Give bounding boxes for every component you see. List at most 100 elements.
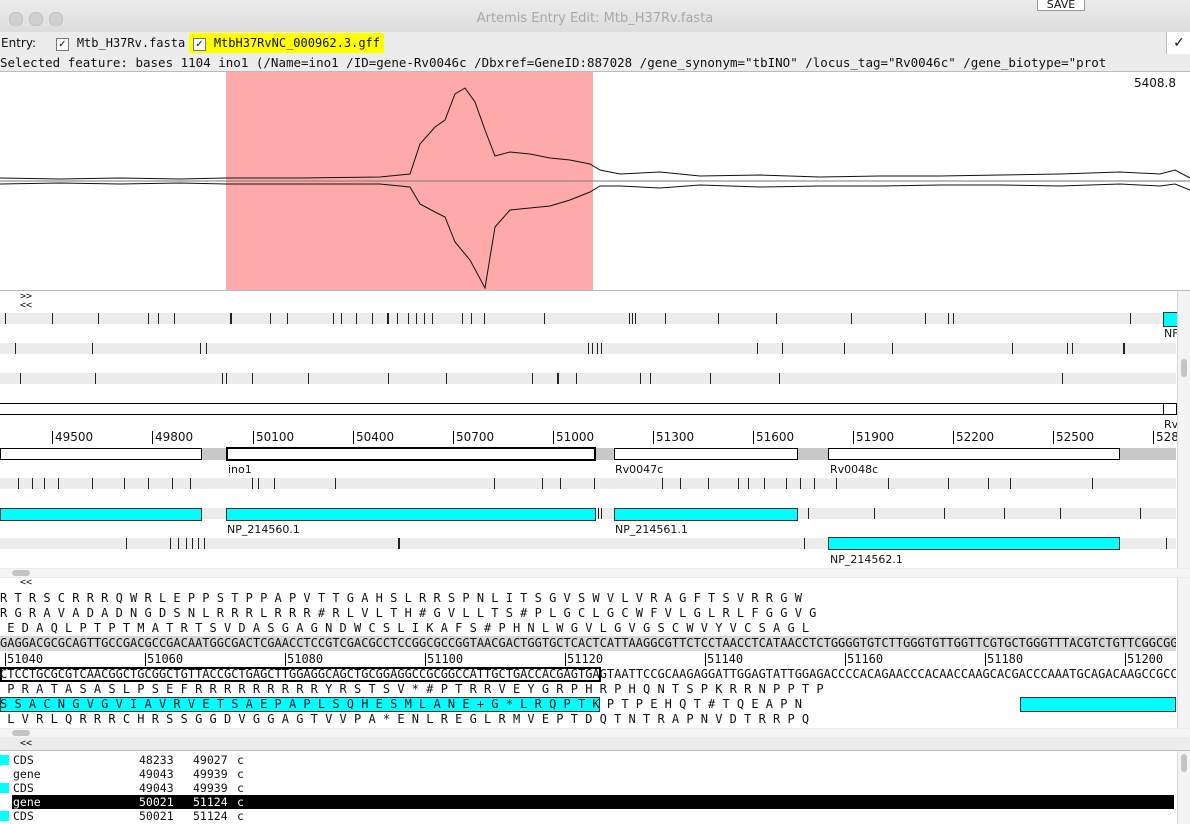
feature-start: 50021 (139, 795, 174, 809)
gene-feature-ino1-selected[interactable] (226, 447, 596, 461)
stop-codon-tick (5, 313, 6, 324)
sequence-vscrollbar[interactable] (1177, 578, 1190, 728)
stop-codon-tick (814, 478, 815, 489)
feature-strand: c (237, 753, 244, 767)
sequence-hscrollbar-thumb[interactable] (12, 730, 30, 736)
save-button[interactable]: SAVE (1037, 0, 1085, 11)
forward-strand-track (0, 403, 1176, 415)
ruler-label: 49800 (155, 430, 194, 444)
stop-codon-tick (308, 373, 309, 384)
graph-plot (0, 87, 1190, 290)
feature-list-row[interactable]: CDS 49043 49939 c (0, 781, 1176, 795)
entry-gff[interactable]: ✓ MtbH37RvNC_000962.3.gff (189, 33, 384, 53)
feature-start: 50021 (139, 809, 174, 823)
stop-codon-tick (532, 373, 533, 384)
stop-codon-tick (18, 478, 19, 489)
stop-codon-tick (124, 478, 125, 489)
feature-list-row[interactable]: gene 49043 49939 c (0, 767, 1176, 781)
cds-feature-top-right[interactable] (1163, 312, 1178, 327)
stop-codon-tick (1060, 508, 1061, 519)
sequence-ruler-label: 51080 (287, 652, 324, 666)
feature-strand: c (237, 795, 244, 809)
stop-codon-tick (52, 313, 53, 324)
entry-mtb-fasta[interactable]: ✓ Mtb_H37Rv.fasta (52, 33, 189, 53)
feature-key: gene (13, 795, 41, 809)
ruler-label: 51900 (856, 430, 895, 444)
stop-codon-tick (432, 313, 433, 324)
stop-codon-tick (594, 478, 595, 489)
stop-codon-tick (398, 538, 400, 549)
feature-overview-panel[interactable]: >> << NF Rv 49500 49800 50100 50400 50700 510… (0, 291, 1190, 568)
stop-codon-tick (274, 478, 275, 489)
stop-codon-tick (1130, 313, 1131, 324)
stop-codon-tick (58, 478, 59, 489)
ruler-label: 51000 (556, 430, 595, 444)
stop-codon-tick (494, 478, 495, 489)
sequence-view-panel[interactable]: << R T R S C R R R Q W R L E P P S T P P… (0, 578, 1190, 728)
stop-codon-tick (640, 373, 641, 384)
entry-gff-checkbox[interactable]: ✓ (193, 38, 206, 51)
stop-codon-tick (1072, 343, 1073, 354)
feature-list-scroll-left-button[interactable]: << (20, 739, 32, 749)
forward-gene-stub[interactable] (1163, 403, 1177, 415)
feature-end: 51124 (193, 809, 228, 823)
ruler-label: 49500 (55, 430, 94, 444)
stop-codon-tick (776, 313, 777, 324)
feature-list-scrollbar-thumb[interactable] (1181, 754, 1187, 772)
gene-feature-rv0048c[interactable] (828, 448, 1120, 460)
stop-codon-tick (1004, 508, 1005, 519)
gene-feature-rv0047c[interactable] (614, 448, 798, 460)
graph-panel[interactable]: 5408.8 (0, 71, 1190, 291)
stop-codon-tick (601, 508, 602, 519)
stop-codon-tick (206, 343, 207, 354)
feature-strand: c (237, 809, 244, 823)
window-titlebar: Artemis Entry Edit: Mtb_H37Rv.fasta SAVE (0, 0, 1190, 33)
feature-list-row[interactable]: CDS 48233 49027 c (0, 753, 1176, 767)
cds-feature-np-214562[interactable] (828, 537, 1120, 550)
stop-codon-tick (372, 313, 373, 324)
stop-codon-tick (388, 373, 389, 384)
forward-frame-2-stops (0, 343, 1176, 354)
window-title: Artemis Entry Edit: Mtb_H37Rv.fasta (476, 11, 714, 26)
stop-codon-tick (92, 343, 93, 354)
feature-list-scrollbar[interactable] (1177, 751, 1190, 824)
cds-feature-np-214560[interactable] (226, 508, 596, 521)
sequence-ruler-label: 51140 (707, 652, 744, 666)
scroll-left-button[interactable]: << (20, 301, 32, 311)
overview-hscrollbar-thumb[interactable] (12, 570, 30, 576)
stop-codon-tick (226, 373, 227, 384)
forward-dna-strand: GAGGACGCGCAGTTGCCGACGCCGACAATGGCGACTCGAA… (0, 636, 1176, 651)
cds-feature-left[interactable] (0, 508, 202, 521)
overview-hscrollbar[interactable] (0, 569, 1190, 577)
entry-confirm-checkmark[interactable]: ✓ (1166, 32, 1190, 54)
stop-codon-tick (944, 508, 945, 519)
feature-list-panel[interactable]: CDS 48233 49027 c gene 49043 49939 c CDS 49043 499… (0, 750, 1190, 824)
gene-feature-left[interactable] (0, 448, 202, 460)
overview-scrollbar-thumb[interactable] (1181, 359, 1187, 377)
forward-frame-1-stops (0, 313, 1176, 324)
sequence-scroll-left-button[interactable]: << (20, 578, 32, 588)
stop-codon-tick (335, 478, 336, 489)
stop-codon-tick (200, 343, 201, 354)
feature-list-row[interactable]: CDS 50021 51124 c (0, 809, 1176, 823)
cds-feature-np-214561[interactable] (614, 508, 798, 521)
sequence-hscrollbar[interactable] (0, 729, 1190, 737)
stop-codon-tick (126, 538, 127, 549)
feature-end: 51124 (193, 795, 228, 809)
stop-codon-tick (597, 343, 598, 354)
stop-codon-tick (804, 538, 805, 549)
stop-codon-tick (874, 508, 875, 519)
stop-codon-tick (198, 538, 199, 549)
overview-scrollbar[interactable] (1177, 291, 1190, 568)
stop-codon-tick (708, 478, 709, 489)
feature-list-row[interactable]: gene 50021 51124 c (12, 795, 1174, 809)
stop-codon-tick (32, 478, 33, 489)
ruler-tick (953, 431, 954, 444)
ruler-label: 528 (1156, 430, 1179, 444)
ruler-tick (1053, 431, 1054, 444)
feature-label-rv0047c: Rv0047c (615, 463, 664, 476)
stop-codon-tick (190, 478, 191, 489)
entry-fasta-checkbox[interactable]: ✓ (56, 38, 69, 51)
stop-codon-tick (98, 313, 99, 324)
stop-codon-tick (270, 313, 271, 324)
